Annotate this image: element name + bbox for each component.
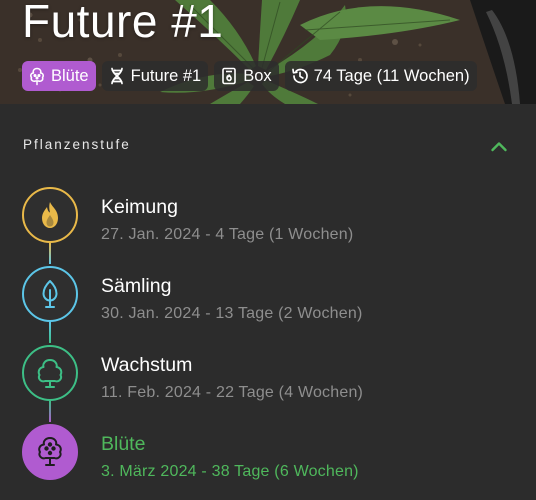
plant-stage-timeline: Keimung 27. Jan. 2024 - 4 Tage (1 Wochen… [0,184,536,500]
stage-bluete[interactable]: Blüte 3. März 2024 - 38 Tage (6 Wochen) [0,421,536,483]
chip-label: Box [243,66,272,85]
chip-label: Blüte [51,66,89,85]
stage-wachstum[interactable]: Wachstum 11. Feb. 2024 - 22 Tage (4 Woch… [0,342,536,404]
stage-icon-circle [22,266,78,322]
tree-icon [37,359,63,388]
timeline-connector [49,322,51,343]
stage-name: Sämling [101,275,172,297]
plant-stage-section-header: Pflanzenstufe [0,104,536,184]
stage-icon-circle [22,424,78,480]
section-title: Pflanzenstufe [23,137,131,152]
stage-keimung[interactable]: Keimung 27. Jan. 2024 - 4 Tage (1 Wochen… [0,184,536,246]
timeline-connector [49,243,51,264]
stage-saemling[interactable]: Sämling 30. Jan. 2024 - 13 Tage (2 Woche… [0,263,536,325]
stage-name: Blüte [101,433,146,455]
chip-label: Future #1 [130,66,202,85]
chip-label: 74 Tage (11 Wochen) [313,66,470,85]
dna-icon [107,66,127,86]
header-photo: Future #1 Blüte Future #1 Box 74 Tage (1… [0,0,536,104]
plant-tag-chips: Blüte Future #1 Box 74 Tage (11 Wochen) [22,61,477,91]
grow-box-icon [219,66,239,86]
flame-seed-icon [42,202,58,228]
collapse-section-button[interactable] [486,134,512,160]
stage-date-duration: 27. Jan. 2024 - 4 Tage (1 Wochen) [101,226,354,243]
stage-name: Wachstum [101,354,193,376]
stage-icon-circle [22,345,78,401]
chip-age[interactable]: 74 Tage (11 Wochen) [284,61,477,91]
stage-name: Keimung [101,196,178,218]
history-icon [290,66,310,86]
stage-icon-circle [22,187,78,243]
flower-tree-icon [38,437,62,466]
plant-title: Future #1 [22,0,224,47]
stage-date-duration: 11. Feb. 2024 - 22 Tage (4 Wochen) [101,384,364,401]
stage-date-duration: 30. Jan. 2024 - 13 Tage (2 Wochen) [101,305,363,322]
chip-strain[interactable]: Future #1 [101,61,209,91]
seedling-leaf-icon [42,280,58,308]
chip-location[interactable]: Box [214,61,279,91]
timeline-connector [49,401,51,422]
chip-stage-bluete[interactable]: Blüte [22,61,96,91]
flower-tree-icon [27,66,47,86]
stage-date-duration: 3. März 2024 - 38 Tage (6 Wochen) [101,463,359,480]
chevron-up-icon [491,142,507,152]
